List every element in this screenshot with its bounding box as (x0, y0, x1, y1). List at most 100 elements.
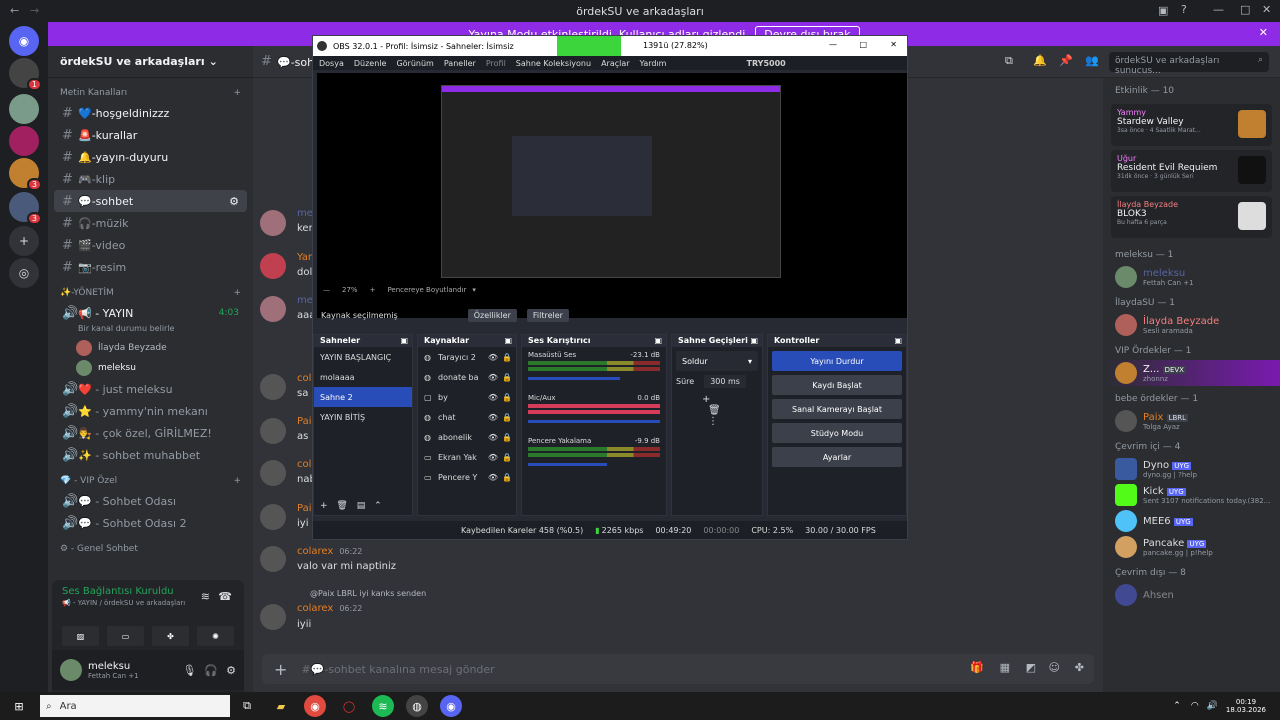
fit-button[interactable]: Pencereye Boyutlandır (387, 286, 466, 294)
studio-mode-button[interactable]: Stüdyo Modu (772, 423, 902, 443)
lock-icon[interactable]: 🔒 (502, 353, 512, 362)
discord-home-icon[interactable]: ◉ (9, 26, 39, 56)
emoji-icon[interactable]: ☺ (1049, 661, 1060, 674)
filters-button[interactable]: Filtreler (526, 308, 569, 322)
gift-icon[interactable]: 🎁 (970, 661, 984, 674)
volume-icon[interactable]: 🔊 (1207, 701, 1218, 711)
server-icon-4[interactable]: 3 (9, 158, 42, 191)
add-channel-icon[interactable]: + (233, 476, 241, 486)
avatar[interactable] (260, 460, 286, 486)
category-yonetim[interactable]: ✨-YÖNETİM + (48, 278, 253, 302)
avatar[interactable] (260, 504, 286, 530)
avatar[interactable] (260, 374, 286, 400)
help-icon[interactable]: ? (1181, 3, 1187, 16)
trash-icon[interactable]: 🗑 (336, 501, 347, 511)
more-icon[interactable]: ⋮ (708, 416, 718, 427)
message-author[interactable]: Pai (297, 503, 312, 514)
banner-close-icon[interactable]: ✕ (1259, 26, 1268, 39)
avatar[interactable] (260, 418, 286, 444)
channel-resim[interactable]: # 📷-resim (54, 256, 247, 278)
add-channel-icon[interactable]: + (233, 88, 241, 98)
start-recording-button[interactable]: Kaydı Başlat (772, 375, 902, 395)
scene-item[interactable]: YAYIN BİTİŞ (314, 407, 412, 427)
voice-channel[interactable]: 🔊 ⭐ - yammy'nin mekanı (54, 400, 247, 422)
channel-yayin-duyuru[interactable]: # 🔔-yayın-duyuru (54, 146, 247, 168)
gif-icon[interactable]: ▦ (1000, 661, 1010, 674)
source-item[interactable]: ◍ Tarayıcı 2 👁 🔒 (418, 347, 516, 367)
scene-item-selected[interactable]: Sahne 2 (314, 387, 412, 407)
microphone-icon[interactable]: 🎙 (182, 664, 196, 677)
sticker-icon[interactable]: ◩ (1026, 661, 1036, 674)
mixer-channel[interactable]: Mic/Aux 0.0 dB (528, 394, 660, 423)
obs-icon[interactable]: ◍ (406, 695, 428, 717)
bell-icon[interactable]: 🔔 (1033, 54, 1047, 67)
obs-maximize-icon[interactable]: □ (859, 40, 867, 49)
tray-chevron-icon[interactable]: ⌃ (1173, 701, 1181, 711)
menu-help[interactable]: Yardım (640, 59, 667, 68)
message-author[interactable]: Pai (297, 416, 312, 427)
source-item[interactable]: ◍ chat 👁 🔒 (418, 407, 516, 427)
voice-channel[interactable]: 🔊 💬 - Sohbet Odası (54, 490, 247, 512)
properties-button[interactable]: Özellikler (467, 308, 517, 322)
obs-minimize-icon[interactable]: — (829, 40, 837, 49)
server-icon-2[interactable] (9, 94, 39, 124)
eye-icon[interactable]: 👁 (488, 413, 498, 422)
dock-menu-icon[interactable]: ▣ (894, 335, 902, 347)
member-item[interactable]: Pancake UYG pancake.gg | p!help (1103, 534, 1280, 560)
user-settings-icon[interactable]: ⚙ (226, 664, 236, 677)
eye-icon[interactable]: 👁 (488, 473, 498, 482)
taskbar-search[interactable]: ⌕ Ara (40, 695, 230, 717)
minimize-icon[interactable]: — (1213, 3, 1224, 16)
member-item[interactable]: Z... DEVX zhonnz (1103, 360, 1280, 386)
wifi-icon[interactable]: ◠ (1191, 701, 1199, 711)
category-genel[interactable]: ⚙ - Genel Sohbet (48, 534, 253, 558)
mixer-channel[interactable]: Pencere Yakalama -9.9 dB (528, 437, 660, 466)
add-icon[interactable]: + (320, 501, 328, 511)
activities-icon[interactable]: ✤ (152, 626, 189, 646)
eye-icon[interactable]: 👁 (488, 433, 498, 442)
voice-channel[interactable]: 🔊 👨‍⚖️ - çok özel, GİRİLMEZ! (54, 422, 247, 444)
mixer-channel[interactable]: Masaüstü Ses -23.1 dB (528, 351, 660, 380)
source-item[interactable]: ▢ by 👁 🔒 (418, 387, 516, 407)
trash-icon[interactable]: 🗑 (708, 405, 721, 416)
voice-channel-yayin[interactable]: 🔊 📢 - YAYIN 4:03 (54, 302, 247, 324)
avatar[interactable] (260, 296, 286, 322)
source-item[interactable]: ▭ Ekran Yak 👁 🔒 (418, 447, 516, 467)
stop-stream-button[interactable]: Yayını Durdur (772, 351, 902, 371)
add-icon[interactable]: + (702, 394, 710, 405)
menu-edit[interactable]: Düzenle (354, 59, 387, 68)
settings-button[interactable]: Ayarlar (772, 447, 902, 467)
lock-icon[interactable]: 🔒 (502, 473, 512, 482)
spotify-icon[interactable]: ≋ (372, 695, 394, 717)
dock-menu-icon[interactable]: ▣ (400, 335, 408, 347)
scene-item[interactable]: YAYIN BAŞLANGIÇ (314, 347, 412, 367)
channel-muzik[interactable]: # 🎧-müzik (54, 212, 247, 234)
avatar[interactable] (60, 659, 82, 681)
server-icon-5[interactable]: 3 (9, 192, 42, 225)
voice-channel[interactable]: 🔊 ❤️ - just meleksu (54, 378, 247, 400)
transition-select[interactable]: Soldur ▾ (676, 351, 758, 371)
close-icon[interactable]: ✕ (1262, 3, 1271, 16)
avatar[interactable] (260, 253, 286, 279)
virtual-camera-button[interactable]: Sanal Kamerayı Başlat (772, 399, 902, 419)
obs-close-icon[interactable]: ✕ (890, 40, 897, 49)
member-item[interactable]: MEE6 UYG (1103, 508, 1280, 534)
volume-slider[interactable] (528, 463, 608, 466)
message-input[interactable]: + #💬-sohbet kanalına mesaj gönder 🎁 ▦ ◩ … (262, 654, 1094, 684)
discover-icon[interactable]: ◎ (9, 258, 39, 288)
menu-docks[interactable]: Paneller (444, 59, 476, 68)
category-vip[interactable]: 💎 - VIP Özel + (48, 466, 253, 490)
lock-icon[interactable]: 🔒 (502, 393, 512, 402)
windows-start-icon[interactable]: ⊞ (8, 695, 30, 717)
screen-share-icon[interactable]: ▭ (107, 626, 144, 646)
message[interactable] (260, 210, 292, 236)
message-author[interactable]: colarex 06:22 (297, 546, 362, 557)
chrome-icon[interactable]: ◉ (304, 695, 326, 717)
maximize-icon[interactable]: □ (1240, 3, 1250, 16)
search-input[interactable]: ördekSU ve arkadaşları sunucus... ⌕ (1109, 52, 1269, 76)
source-item[interactable]: ▭ Pencere Y 👁 🔒 (418, 467, 516, 487)
lock-icon[interactable]: 🔒 (502, 433, 512, 442)
menu-scene-collection[interactable]: Sahne Koleksiyonu (516, 59, 591, 68)
eye-icon[interactable]: 👁 (488, 353, 498, 362)
message-author[interactable]: colarex 06:22 (297, 603, 362, 614)
